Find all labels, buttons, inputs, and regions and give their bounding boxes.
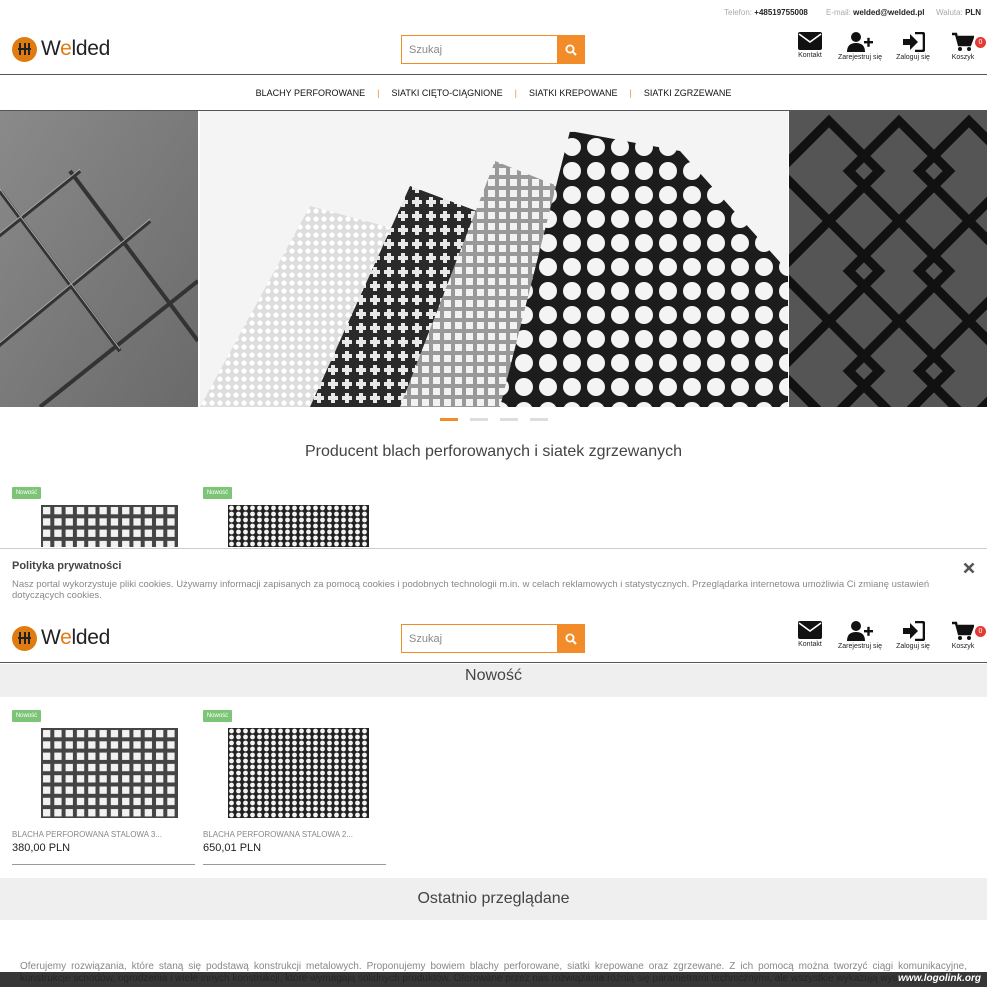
contact-label: Kontakt: [798, 52, 822, 59]
phone-info[interactable]: Telefon: +48519755008: [724, 8, 808, 17]
register-label: Zarejestruj się: [838, 54, 882, 61]
login-label: Zaloguj się: [896, 643, 930, 650]
logo-icon: [12, 625, 37, 651]
nav-item-siatki-cieto-ciagnione[interactable]: SIATKI CIĘTO-CIĄGNIONE: [391, 88, 502, 98]
user-plus-icon: [847, 621, 873, 641]
sign-in-icon: [903, 621, 925, 641]
search-button[interactable]: [557, 35, 585, 64]
nav-item-siatki-krepowane[interactable]: SIATKI KREPOWANE: [529, 88, 618, 98]
slider-dot-3[interactable]: [500, 418, 518, 421]
new-badge: Nowość: [203, 487, 232, 499]
email-info[interactable]: E-mail: welded@welded.pl: [826, 8, 925, 17]
user-plus-icon: [847, 32, 873, 52]
product-image-round[interactable]: [228, 505, 369, 547]
search-bar: [401, 35, 585, 64]
contact-label: Kontakt: [798, 641, 822, 648]
search-icon: [565, 633, 577, 645]
site-logo[interactable]: Welded: [12, 36, 110, 62]
email-address[interactable]: welded@welded.pl: [853, 8, 924, 17]
new-badge: Nowość: [12, 710, 41, 722]
search-bar: [401, 624, 585, 653]
register-label: Zarejestruj się: [838, 643, 882, 650]
logo-text: Welded: [41, 626, 111, 649]
cart-label: Koszyk: [951, 54, 975, 61]
new-badge: Nowość: [12, 487, 41, 499]
product-image-square[interactable]: [41, 728, 178, 818]
nav-separator: |: [377, 87, 380, 98]
nav-item-blachy-perforowane[interactable]: BLACHY PERFOROWANE: [256, 88, 366, 98]
top-bar: Telefon: +48519755008 E-mail: welded@wel…: [0, 0, 987, 24]
envelope-icon: [798, 621, 822, 639]
search-input[interactable]: [401, 624, 557, 653]
cart-icon: [952, 621, 974, 640]
product-name[interactable]: BLACHA PERFOROWANA STALOWA 2...: [203, 830, 353, 839]
main-nav: BLACHY PERFOROWANE | SIATKI CIĘTO-CIĄGNI…: [0, 74, 987, 111]
search-icon: [565, 44, 577, 56]
new-badge: Nowość: [203, 710, 232, 722]
search-button[interactable]: [557, 624, 585, 653]
cart-label: Koszyk: [951, 643, 975, 650]
login-label: Zaloguj się: [896, 54, 930, 61]
cart-icon: [952, 32, 974, 51]
cart-count-badge: 0: [975, 626, 986, 637]
slider-dot-2[interactable]: [470, 418, 488, 421]
slide-perforated-sheets-image[interactable]: [200, 111, 788, 407]
product-price: 380,00 PLN: [12, 842, 71, 854]
nav-separator: |: [629, 87, 632, 98]
watermark-text: www.logolink.org: [898, 973, 981, 984]
product-price: 650,01 PLN: [203, 842, 262, 854]
nav-item-siatki-zgrzewane[interactable]: SIATKI ZGRZEWANE: [644, 88, 732, 98]
close-icon: [963, 562, 975, 574]
slider-dots: [440, 418, 560, 421]
logo-text: Welded: [41, 37, 111, 60]
privacy-text: Nasz portal wykorzystuje pliki cookies. …: [12, 579, 930, 601]
currency-label: Waluta:: [936, 8, 963, 17]
phone-label: Telefon:: [724, 8, 753, 17]
site-header: Welded Kontakt Zarejestruj się Zaloguj s…: [0, 24, 987, 74]
privacy-title: Polityka prywatności: [12, 560, 122, 572]
site-logo[interactable]: Welded: [12, 625, 110, 651]
cart-link[interactable]: Koszyk 0: [933, 32, 987, 61]
watermark-bar: www.logolink.org: [0, 972, 987, 987]
slide-welded-mesh-image[interactable]: [0, 111, 200, 407]
logo-icon: [12, 36, 37, 62]
slider-dot-4[interactable]: [530, 418, 548, 421]
sign-in-icon: [903, 32, 925, 52]
envelope-icon: [798, 32, 822, 50]
cart-link[interactable]: Koszyk 0: [933, 621, 987, 650]
search-input[interactable]: [401, 35, 557, 64]
product-name[interactable]: BLACHA PERFOROWANA STALOWA 3...: [12, 830, 162, 839]
email-label: E-mail:: [826, 8, 851, 17]
product-image-square[interactable]: [41, 505, 178, 547]
register-link[interactable]: Zarejestruj się: [830, 32, 890, 61]
section-header-recently-viewed: Ostatnio przeglądane: [0, 878, 987, 920]
register-link[interactable]: Zarejestruj się: [830, 621, 890, 650]
section-header-new: Nowość: [0, 664, 987, 697]
product-divider: [203, 864, 386, 865]
product-divider: [12, 864, 195, 865]
cart-count-badge: 0: [975, 37, 986, 48]
sticky-header: Welded Kontakt Zarejestruj się Zaloguj s…: [0, 613, 987, 663]
page-tagline: Producent blach perforowanych i siatek z…: [304, 443, 683, 460]
privacy-close-button[interactable]: [963, 561, 975, 579]
phone-number[interactable]: +48519755008: [754, 8, 808, 17]
slider-dot-1[interactable]: [440, 418, 458, 421]
privacy-banner: Polityka prywatności Nasz portal wykorzy…: [0, 548, 987, 608]
currency-info[interactable]: Waluta: PLN: [936, 8, 981, 17]
currency-value[interactable]: PLN: [965, 8, 981, 17]
product-image-round[interactable]: [228, 728, 369, 818]
nav-separator: |: [514, 87, 518, 98]
slide-expanded-mesh-image[interactable]: [772, 111, 987, 407]
hero-slider[interactable]: [0, 111, 987, 407]
